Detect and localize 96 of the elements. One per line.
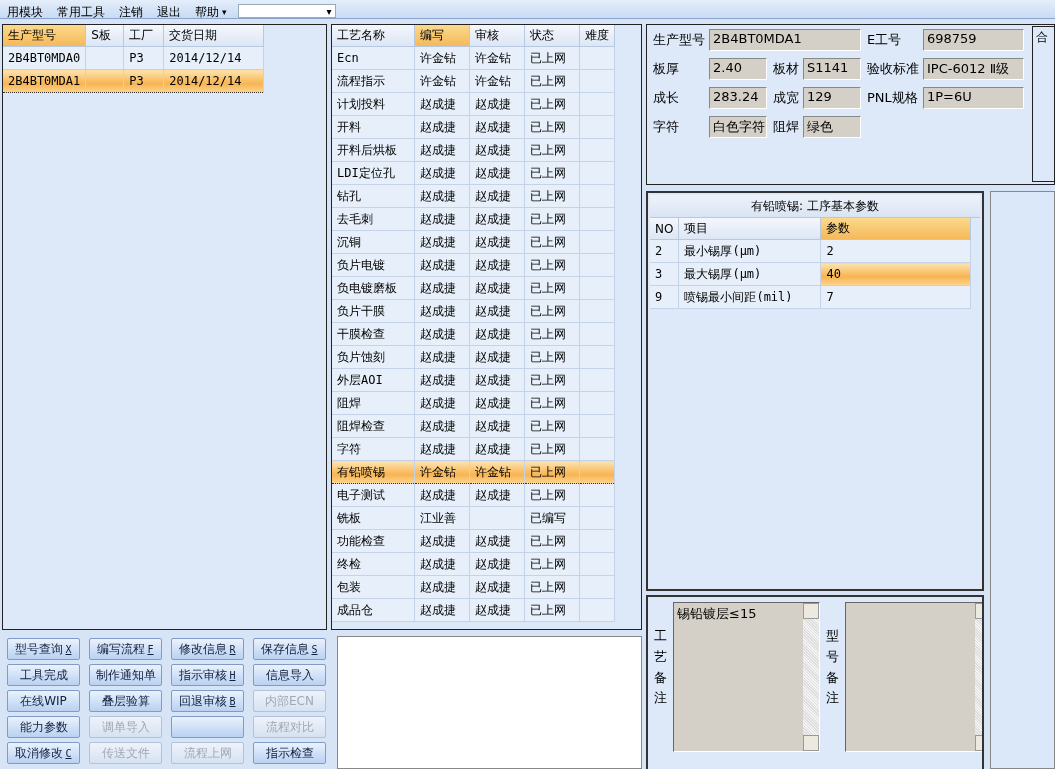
column-header[interactable]: NO bbox=[650, 218, 679, 240]
text-field[interactable]: 绿色 bbox=[803, 116, 861, 138]
text-field[interactable]: 2.40 bbox=[709, 58, 767, 80]
table-cell: LDI定位孔 bbox=[332, 161, 414, 185]
table-cell: 开料后烘板 bbox=[332, 138, 414, 162]
dropdown-arrow-icon: ▾ bbox=[222, 6, 227, 18]
column-header[interactable]: 工艺名称 bbox=[332, 25, 414, 47]
table-cell: 负电镀磨板 bbox=[332, 276, 414, 300]
table-cell: 包装 bbox=[332, 575, 414, 599]
column-header[interactable]: 参数 bbox=[820, 218, 971, 240]
text-field[interactable]: 1P=6U bbox=[923, 87, 1024, 109]
action-button[interactable]: 指示检查 bbox=[253, 742, 326, 764]
field-label: 阻焊 bbox=[773, 118, 799, 136]
table-cell: 成品仓 bbox=[332, 598, 414, 622]
menu-item[interactable]: 用模块 bbox=[0, 6, 50, 18]
notes-label: 型号备注 bbox=[826, 627, 839, 708]
action-button[interactable]: 修改信息 R bbox=[171, 638, 244, 660]
table-cell: 40 bbox=[820, 262, 971, 286]
notes-textarea[interactable]: 锡铅镀层≤15 bbox=[673, 602, 820, 752]
menu-item[interactable]: 注销 bbox=[112, 6, 150, 18]
action-button[interactable]: 回退审核 B bbox=[171, 690, 244, 712]
text-field[interactable]: 2B4BT0MDA1 bbox=[709, 29, 861, 51]
table-cell: 最大锡厚(μm) bbox=[678, 262, 821, 286]
text-field[interactable]: IPC-6012 Ⅱ级 bbox=[923, 58, 1024, 80]
action-button[interactable]: 编写流程 F bbox=[89, 638, 162, 660]
column-header[interactable]: 状态 bbox=[524, 25, 579, 47]
field-label: 板材 bbox=[773, 60, 799, 78]
table-cell: 2B4BT0MDA0 bbox=[3, 46, 86, 70]
table-cell: 负片蚀刻 bbox=[332, 345, 414, 369]
table-cell: 2 bbox=[820, 239, 971, 263]
table-cell: 负片干膜 bbox=[332, 299, 414, 323]
table-cell: Ecn bbox=[332, 46, 414, 70]
field-label: PNL规格 bbox=[867, 89, 919, 107]
table-cell: 干膜检查 bbox=[332, 322, 414, 346]
action-button[interactable]: 信息导入 bbox=[253, 664, 326, 686]
action-button[interactable]: 能力参数 bbox=[7, 716, 80, 738]
action-button[interactable]: 指示审核 H bbox=[171, 664, 244, 686]
table-cell: 负片电镀 bbox=[332, 253, 414, 277]
text-field[interactable]: S1141 bbox=[803, 58, 861, 80]
text-field[interactable]: 283.24 bbox=[709, 87, 767, 109]
text-field[interactable]: 129 bbox=[803, 87, 861, 109]
combo-box[interactable]: ▾ bbox=[237, 4, 336, 18]
table-cell: 沉铜 bbox=[332, 230, 414, 254]
table-title: 有铅喷锡: 工序基本参数 bbox=[650, 195, 980, 218]
table-cell: 阻焊检查 bbox=[332, 414, 414, 438]
field-label: 验收标准 bbox=[867, 60, 919, 78]
notes-textarea[interactable] bbox=[845, 602, 982, 752]
column-header[interactable]: S板 bbox=[85, 25, 124, 47]
menu-item[interactable]: 常用工具 bbox=[50, 6, 112, 18]
table-cell: 开料 bbox=[332, 115, 414, 139]
table-cell: 计划投料 bbox=[332, 92, 414, 116]
action-button[interactable]: 叠层验算 bbox=[89, 690, 162, 712]
table-cell: 最小锡厚(μm) bbox=[678, 239, 821, 263]
action-button[interactable]: 取消修改 C bbox=[7, 742, 80, 764]
menu-item[interactable]: 退出 bbox=[150, 6, 188, 18]
table-cell: 功能检查 bbox=[332, 529, 414, 553]
table-cell: 3 bbox=[650, 262, 679, 286]
action-button[interactable]: 型号查询 X bbox=[7, 638, 80, 660]
table-cell: 阻焊 bbox=[332, 391, 414, 415]
column-header[interactable]: 交货日期 bbox=[163, 25, 264, 47]
table-cell: 钻孔 bbox=[332, 184, 414, 208]
column-header[interactable]: 审核 bbox=[469, 25, 524, 47]
text-field[interactable]: 698759 bbox=[923, 29, 1024, 51]
action-button[interactable] bbox=[171, 716, 244, 738]
field-label: 生产型号 bbox=[653, 31, 705, 49]
action-button[interactable]: 在线WIP bbox=[7, 690, 80, 712]
table-cell: 终检 bbox=[332, 552, 414, 576]
table-cell: 2 bbox=[650, 239, 679, 263]
column-header[interactable]: 难度 bbox=[579, 25, 614, 47]
column-header[interactable]: 生产型号 bbox=[3, 25, 86, 47]
table-cell: 9 bbox=[650, 285, 679, 309]
table-cell: 铣板 bbox=[332, 506, 414, 530]
field-label: 板厚 bbox=[653, 60, 680, 78]
column-header[interactable]: 工厂 bbox=[123, 25, 164, 47]
action-button[interactable]: 制作通知单 bbox=[89, 664, 162, 686]
column-header[interactable]: 项目 bbox=[678, 218, 821, 240]
table-cell: 有铅喷锡 bbox=[332, 460, 414, 484]
column-header[interactable]: 编写 bbox=[414, 25, 469, 47]
action-button[interactable]: 保存信息 S bbox=[253, 638, 326, 660]
table-cell: 电子测试 bbox=[332, 483, 414, 507]
field-label: 字符 bbox=[653, 118, 680, 136]
notes-label: 工艺备注 bbox=[654, 627, 667, 708]
action-button[interactable]: 工具完成 bbox=[7, 664, 80, 686]
table-cell: 去毛刺 bbox=[332, 207, 414, 231]
field-label: E工号 bbox=[867, 31, 903, 49]
menu-item[interactable]: 帮助 ▾ bbox=[188, 6, 234, 18]
table-cell: 喷锡最小间距(mil) bbox=[678, 285, 821, 309]
table-cell: 字符 bbox=[332, 437, 414, 461]
table-cell: 2B4BT0MDA1 bbox=[3, 69, 86, 93]
group-box: 合 bbox=[1032, 26, 1054, 182]
table-cell: 外层AOI bbox=[332, 368, 414, 392]
text-field[interactable]: 白色字符 bbox=[709, 116, 767, 138]
table-cell: 流程指示 bbox=[332, 69, 414, 93]
field-label: 成长 bbox=[653, 89, 680, 107]
table-cell: 7 bbox=[820, 285, 971, 309]
field-label: 成宽 bbox=[773, 89, 799, 107]
